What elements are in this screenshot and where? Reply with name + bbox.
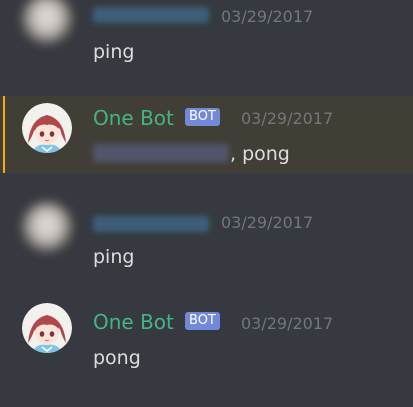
user-avatar[interactable] [22,202,72,252]
message-timestamp: 03/29/2017 [241,314,334,333]
message-group: 03/29/2017 ping [0,0,413,90]
message-timestamp: 03/29/2017 [241,109,334,128]
bot-badge: BOT [185,312,220,330]
message-group: One Bot BOT 03/29/2017 pong [0,296,413,386]
user-mention-redacted[interactable] [93,144,229,162]
message-content: ping [93,41,135,63]
message-text: , pong [230,143,290,165]
anime-girl-avatar-icon [22,303,72,353]
bot-avatar[interactable] [22,103,72,153]
message-timestamp: 03/29/2017 [221,7,314,26]
bot-avatar[interactable] [22,303,72,353]
username-redacted[interactable] [93,7,209,23]
chat-messages: 03/29/2017 ping One Bot BOT 03/29/2017 ,… [0,0,413,407]
bot-badge: BOT [185,108,220,126]
user-avatar[interactable] [22,0,72,44]
message-group-mentioned: One Bot BOT 03/29/2017 , pong [0,96,413,173]
message-content: pong [93,347,141,369]
bot-username[interactable]: One Bot [93,106,174,130]
message-group: 03/29/2017 ping [0,196,413,280]
message-timestamp: 03/29/2017 [221,213,314,232]
message-content: , pong [93,142,290,166]
anime-girl-avatar-icon [22,103,72,153]
message-content: ping [93,246,135,268]
bot-username[interactable]: One Bot [93,310,174,334]
username-redacted[interactable] [93,216,209,232]
